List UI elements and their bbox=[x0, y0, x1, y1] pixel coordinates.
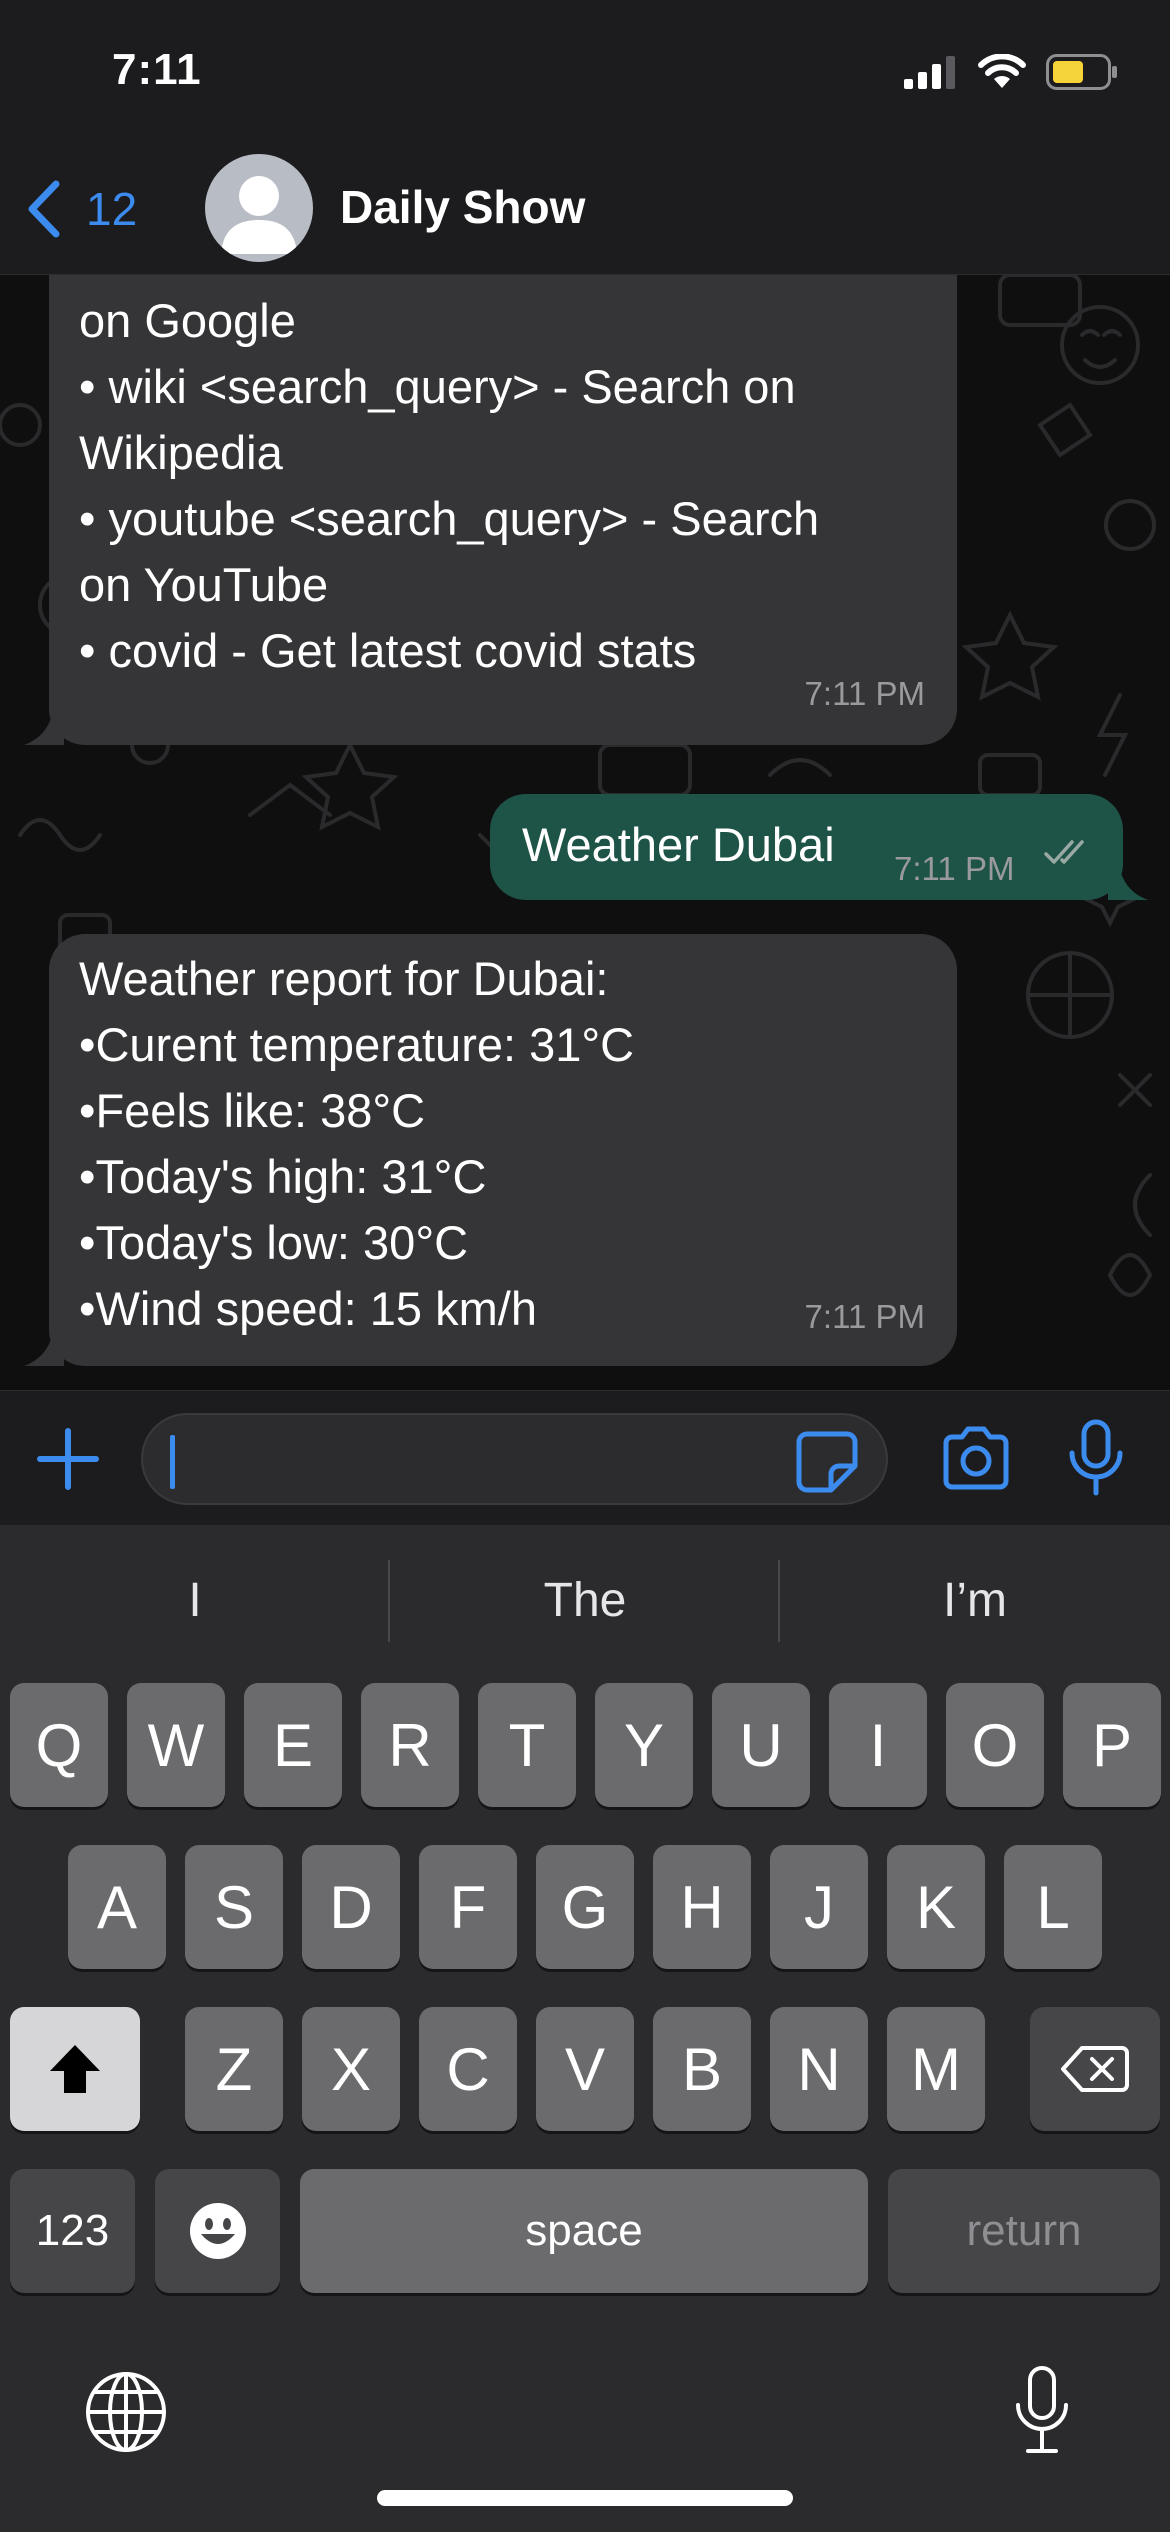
key-m[interactable]: M bbox=[887, 2007, 985, 2131]
message-bubble-incoming[interactable]: on Google • wiki <search_query> - Search… bbox=[49, 275, 957, 745]
key-x[interactable]: X bbox=[302, 2007, 400, 2131]
status-bar: 7:11 bbox=[0, 0, 1170, 150]
sticker-icon[interactable] bbox=[793, 1428, 861, 1496]
unread-count: 12 bbox=[86, 183, 138, 235]
message-input[interactable] bbox=[141, 1413, 888, 1505]
chat-title[interactable]: Daily Show bbox=[340, 180, 585, 234]
battery-icon bbox=[1046, 54, 1117, 90]
chat-messages[interactable]: on Google • wiki <search_query> - Search… bbox=[0, 275, 1170, 1390]
message-line: •Today's low: 30°C bbox=[79, 1216, 469, 1269]
key-c[interactable]: C bbox=[419, 2007, 517, 2131]
suggestion[interactable]: I’m bbox=[780, 1573, 1170, 1628]
key-d[interactable]: D bbox=[302, 1845, 400, 1969]
message-line: on Google bbox=[79, 294, 296, 347]
key-e[interactable]: E bbox=[244, 1683, 342, 1807]
key-k[interactable]: K bbox=[887, 1845, 985, 1969]
message-line: on YouTube bbox=[79, 558, 329, 611]
shift-key[interactable] bbox=[10, 2007, 140, 2131]
key-w[interactable]: W bbox=[127, 1683, 225, 1807]
key-p[interactable]: P bbox=[1063, 1683, 1161, 1807]
camera-icon[interactable] bbox=[940, 1425, 1012, 1491]
key-z[interactable]: Z bbox=[185, 2007, 283, 2131]
chat-header: 12 Daily Show bbox=[0, 150, 1170, 275]
message-time: 7:11 PM bbox=[804, 1298, 925, 1335]
message-line: •Curent temperature: 31°C bbox=[79, 1018, 635, 1071]
globe-icon[interactable] bbox=[84, 2370, 168, 2454]
emoji-icon bbox=[189, 2203, 246, 2259]
message-text: on Google • wiki <search_query> - Search… bbox=[79, 288, 819, 684]
suggestion[interactable]: The bbox=[390, 1573, 780, 1628]
message-line: • wiki <search_query> - Search on bbox=[79, 360, 796, 413]
status-time: 7:11 bbox=[112, 45, 202, 94]
message-bubble-outgoing[interactable]: Weather Dubai 7:11 PM bbox=[490, 794, 1123, 900]
key-n[interactable]: N bbox=[770, 2007, 868, 2131]
message-line: •Feels like: 38°C bbox=[79, 1084, 426, 1137]
message-line: Weather report for Dubai: bbox=[79, 952, 609, 1005]
return-key[interactable]: return bbox=[888, 2169, 1160, 2293]
key-y[interactable]: Y bbox=[595, 1683, 693, 1807]
back-button[interactable]: 12 bbox=[24, 174, 137, 244]
key-u[interactable]: U bbox=[712, 1683, 810, 1807]
message-time: 7:11 PM bbox=[894, 850, 1015, 887]
avatar-placeholder-icon bbox=[221, 176, 297, 254]
predictive-bar: I The I’m bbox=[0, 1525, 1170, 1677]
key-l[interactable]: L bbox=[1004, 1845, 1102, 1969]
key-f[interactable]: F bbox=[419, 1845, 517, 1969]
key-j[interactable]: J bbox=[770, 1845, 868, 1969]
key-i[interactable]: I bbox=[829, 1683, 927, 1807]
avatar[interactable] bbox=[205, 154, 313, 262]
key-a[interactable]: A bbox=[68, 1845, 166, 1969]
bubble-tail bbox=[24, 1336, 64, 1366]
key-g[interactable]: G bbox=[536, 1845, 634, 1969]
message-line: • youtube <search_query> - Search bbox=[79, 492, 820, 545]
keyboard: I The I’m Q W E R T Y U I O P A S D F G … bbox=[0, 1525, 1170, 2532]
signal-icon bbox=[904, 56, 955, 89]
message-text: Weather report for Dubai: •Curent temper… bbox=[79, 946, 634, 1342]
key-s[interactable]: S bbox=[185, 1845, 283, 1969]
message-composer bbox=[0, 1390, 1170, 1525]
suggestion[interactable]: I bbox=[0, 1573, 390, 1628]
message-bubble-incoming[interactable]: Weather report for Dubai: •Curent temper… bbox=[49, 934, 957, 1366]
bubble-tail bbox=[1108, 870, 1148, 900]
plus-icon[interactable] bbox=[36, 1427, 100, 1491]
backspace-key[interactable] bbox=[1030, 2007, 1160, 2131]
read-receipt-icon bbox=[1044, 840, 1084, 864]
message-line: • covid - Get latest covid stats bbox=[79, 624, 697, 677]
microphone-icon[interactable] bbox=[1066, 1419, 1126, 1497]
home-indicator bbox=[377, 2490, 793, 2506]
backspace-icon bbox=[1061, 2046, 1129, 2092]
text-caret bbox=[170, 1435, 175, 1489]
bubble-tail bbox=[24, 715, 64, 745]
key-r[interactable]: R bbox=[361, 1683, 459, 1807]
dictation-icon[interactable] bbox=[1012, 2365, 1072, 2455]
shift-icon bbox=[50, 2045, 100, 2093]
space-key[interactable]: space bbox=[300, 2169, 868, 2293]
key-h[interactable]: H bbox=[653, 1845, 751, 1969]
status-icons bbox=[904, 52, 1118, 92]
message-line: •Today's high: 31°C bbox=[79, 1150, 487, 1203]
key-v[interactable]: V bbox=[536, 2007, 634, 2131]
message-text: Weather Dubai bbox=[522, 818, 835, 871]
key-b[interactable]: B bbox=[653, 2007, 751, 2131]
key-o[interactable]: O bbox=[946, 1683, 1044, 1807]
key-q[interactable]: Q bbox=[10, 1683, 108, 1807]
wifi-icon bbox=[978, 54, 1026, 88]
message-time: 7:11 PM bbox=[804, 675, 925, 712]
emoji-key[interactable] bbox=[155, 2169, 280, 2293]
numbers-key[interactable]: 123 bbox=[10, 2169, 135, 2293]
message-line: Wikipedia bbox=[79, 426, 283, 479]
back-chevron-icon bbox=[28, 180, 60, 238]
key-t[interactable]: T bbox=[478, 1683, 576, 1807]
message-line: •Wind speed: 15 km/h bbox=[79, 1282, 537, 1335]
